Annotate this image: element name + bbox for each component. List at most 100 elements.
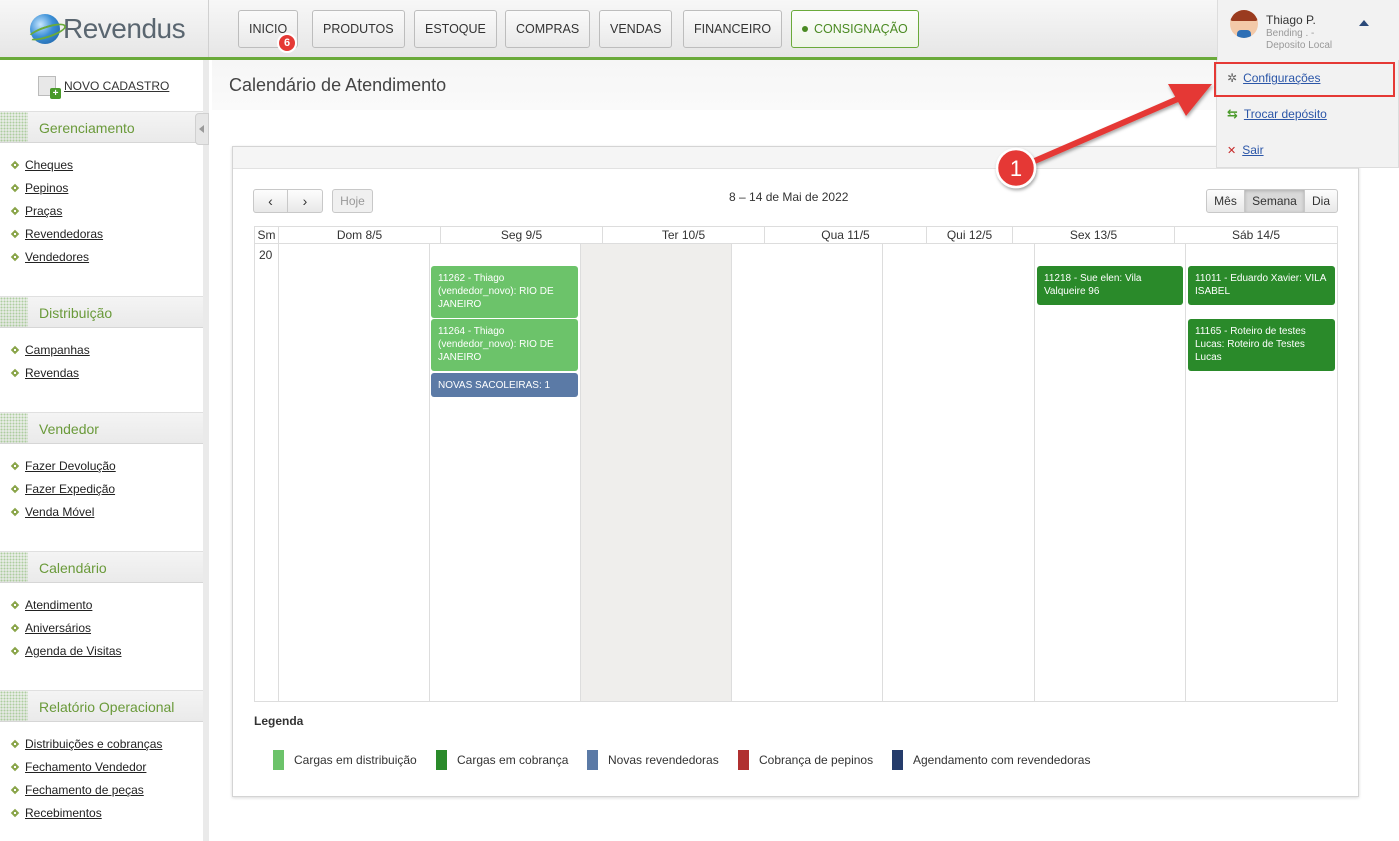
view-week-button[interactable]: Semana [1244, 189, 1305, 213]
sidebar-link[interactable]: Aniversários [25, 621, 91, 635]
sidebar-item-revendas[interactable]: Revendas [10, 366, 79, 380]
nav-consignacao-button[interactable]: CONSIGNAÇÃO [791, 10, 919, 48]
sidebar-item-pracas[interactable]: Praças [10, 204, 62, 218]
nav-estoque-button[interactable]: ESTOQUE [414, 10, 497, 48]
legend-swatch [738, 750, 749, 770]
sidebar-link[interactable]: Agenda de Visitas [25, 644, 122, 658]
sidebar-item-fechamento-pecas[interactable]: Fechamento de peças [10, 783, 144, 797]
sidebar-item-cheques[interactable]: Cheques [10, 158, 73, 172]
event-cobranca[interactable]: 11011 - Eduardo Xavier: VILA ISABEL [1188, 266, 1335, 305]
logo[interactable]: Revendus [0, 0, 209, 57]
prev-week-button[interactable]: ‹ [253, 189, 288, 213]
trocar-deposito-link[interactable]: Trocar depósito [1244, 107, 1327, 121]
day-column-ter-today[interactable] [581, 244, 732, 701]
sidebar-link[interactable]: Fazer Expedição [25, 482, 115, 496]
sidebar-item-campanhas[interactable]: Campanhas [10, 343, 90, 357]
sidebar-link[interactable]: Revendas [25, 366, 79, 380]
sidebar-collapse-handle[interactable] [195, 113, 209, 145]
week-number: 20 [259, 248, 273, 262]
view-month-button[interactable]: Mês [1206, 189, 1245, 213]
next-week-button[interactable]: › [287, 189, 323, 213]
sidebar-link[interactable]: Pepinos [25, 181, 68, 195]
nav-financeiro-button[interactable]: FINANCEIRO [683, 10, 783, 48]
sidebar-link[interactable]: Fechamento Vendedor [25, 760, 146, 774]
sidebar-item-fazer-devolucao[interactable]: Fazer Devolução [10, 459, 116, 473]
sidebar-item-distribuicoes-cobrancas[interactable]: Distribuições e cobranças [10, 737, 162, 751]
section-title: Relatório Operacional [39, 699, 175, 715]
sidebar-link[interactable]: Vendedores [25, 250, 89, 264]
event-distribuicao[interactable]: 11262 - Thiago (vendedor_novo): RIO DE J… [431, 266, 578, 318]
notification-badge[interactable]: 6 [277, 33, 297, 53]
diamond-bullet-icon [10, 808, 20, 818]
event-distribuicao[interactable]: 11264 - Thiago (vendedor_novo): RIO DE J… [431, 319, 578, 371]
event-novas-revendedoras[interactable]: NOVAS SACOLEIRAS: 1 [431, 373, 578, 397]
event-cobranca[interactable]: 11218 - Sue elen: Vila Valqueire 96 [1037, 266, 1183, 305]
section-vendedor: Vendedor [0, 412, 203, 444]
logo-text: Revendus [63, 12, 186, 44]
sidebar-item-venda-movel[interactable]: Venda Móvel [10, 505, 94, 519]
novo-cadastro-link[interactable]: NOVO CADASTRO [64, 79, 169, 93]
sidebar-item-fazer-expedicao[interactable]: Fazer Expedição [10, 482, 115, 496]
sidebar-link[interactable]: Fazer Devolução [25, 459, 116, 473]
section-distribuicao: Distribuição [0, 296, 203, 328]
day-column-qui[interactable] [883, 244, 1035, 701]
sidebar-item-pepinos[interactable]: Pepinos [10, 181, 68, 195]
day-column-qua[interactable] [732, 244, 883, 701]
diamond-bullet-icon [10, 461, 20, 471]
sidebar-item-recebimentos[interactable]: Recebimentos [10, 806, 102, 820]
sidebar-link[interactable]: Atendimento [25, 598, 92, 612]
panel-header [233, 147, 1358, 169]
day-column-dom[interactable] [279, 244, 430, 701]
diamond-bullet-icon [10, 345, 20, 355]
legend-label: Novas revendedoras [608, 753, 719, 767]
sidebar-link[interactable]: Venda Móvel [25, 505, 94, 519]
sair-link[interactable]: Sair [1242, 143, 1263, 157]
diamond-bullet-icon [10, 623, 20, 633]
caret-up-icon[interactable] [1359, 20, 1369, 26]
menu-item-sair[interactable]: ✕ Sair [1217, 132, 1398, 168]
user-menu-toggle[interactable]: Thiago P. Bending . - Deposito Local [1217, 0, 1399, 60]
nav-financeiro-label: FINANCEIRO [694, 22, 772, 36]
legend-swatch [273, 750, 284, 770]
sidebar-link[interactable]: Fechamento de peças [25, 783, 144, 797]
nav-compras-button[interactable]: COMPRAS [505, 10, 591, 48]
week-number-header: Sm [255, 227, 279, 244]
sidebar-item-agenda-visitas[interactable]: Agenda de Visitas [10, 644, 122, 658]
day-column-sab[interactable] [1186, 244, 1337, 701]
nav-vendas-button[interactable]: VENDAS [599, 10, 673, 48]
sidebar-link[interactable]: Recebimentos [25, 806, 102, 820]
diamond-bullet-icon [10, 484, 20, 494]
day-column-sex[interactable] [1035, 244, 1186, 701]
nav-produtos-button[interactable]: PRODUTOS [312, 10, 405, 48]
nav-produtos-label: PRODUTOS [323, 22, 394, 36]
chevron-right-icon: › [302, 193, 308, 209]
section-pattern [0, 297, 28, 327]
sidebar-item-fechamento-vendedor[interactable]: Fechamento Vendedor [10, 760, 146, 774]
today-button[interactable]: Hoje [332, 189, 373, 213]
sidebar-item-revendedoras[interactable]: Revendedoras [10, 227, 103, 241]
menu-item-trocar-deposito[interactable]: ⇆ Trocar depósito [1217, 96, 1398, 132]
sidebar-item-atendimento[interactable]: Atendimento [10, 598, 92, 612]
sidebar-item-vendedores[interactable]: Vendedores [10, 250, 89, 264]
sidebar-link[interactable]: Praças [25, 204, 62, 218]
diamond-bullet-icon [10, 206, 20, 216]
section-pattern [0, 112, 28, 142]
sidebar-link[interactable]: Revendedoras [25, 227, 103, 241]
sidebar-link[interactable]: Campanhas [25, 343, 90, 357]
legend-label: Cargas em distribuição [294, 753, 417, 767]
section-title: Distribuição [39, 305, 113, 321]
sidebar-link[interactable]: Cheques [25, 158, 73, 172]
legend-item-distribuicao: Cargas em distribuição [273, 750, 417, 770]
sidebar-link[interactable]: Distribuições e cobranças [25, 737, 162, 751]
diamond-bullet-icon [10, 160, 20, 170]
sidebar-item-aniversarios[interactable]: Aniversários [10, 621, 91, 635]
novo-cadastro-button[interactable]: NOVO CADASTRO [38, 76, 169, 99]
week-number-column: 20 [255, 244, 279, 701]
nav-vendas-label: VENDAS [610, 22, 662, 36]
diamond-bullet-icon [10, 183, 20, 193]
view-day-button[interactable]: Dia [1304, 189, 1338, 213]
legend-label: Cargas em cobrança [457, 753, 569, 767]
day-header-sab: Sáb 14/5 [1175, 227, 1337, 244]
day-header-ter: Ter 10/5 [603, 227, 765, 244]
event-cobranca[interactable]: 11165 - Roteiro de testes Lucas: Roteiro… [1188, 319, 1335, 371]
